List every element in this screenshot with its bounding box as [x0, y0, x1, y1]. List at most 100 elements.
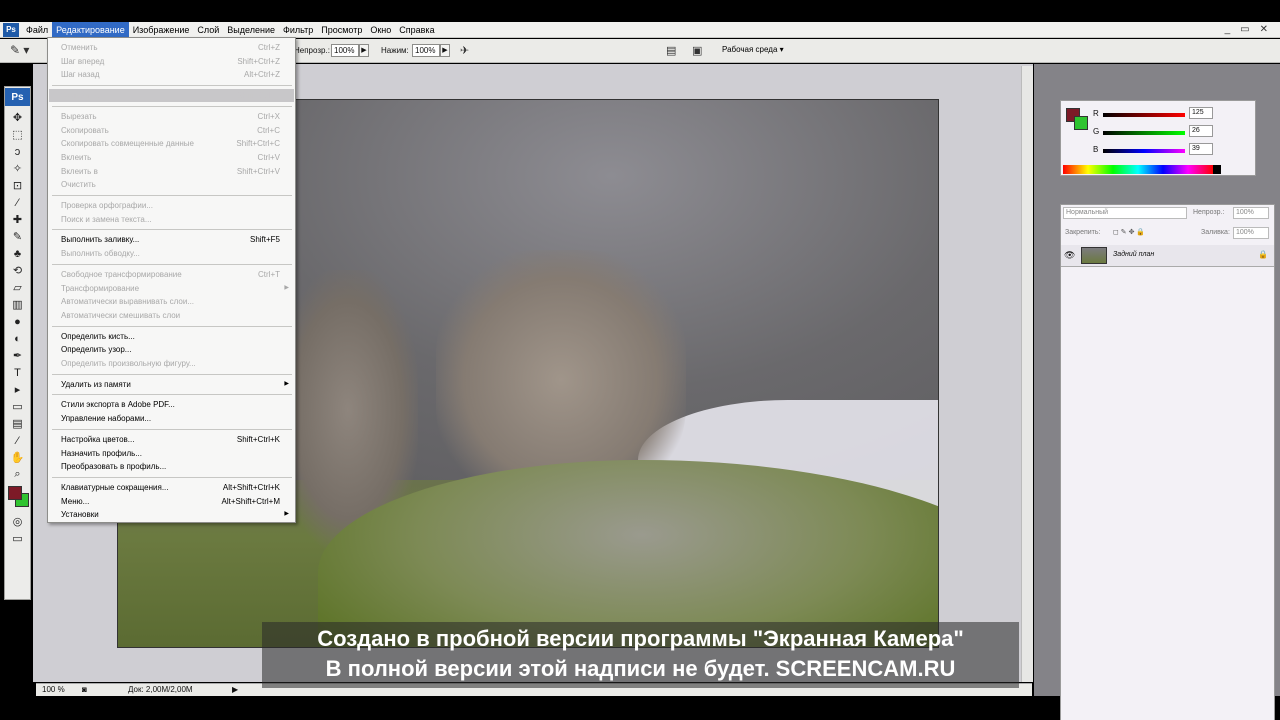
edit-menu-item[interactable]: Выполнить заливку... Shift+F5 [49, 233, 294, 246]
edit-menu-item[interactable]: Клавиатурные сокращения... Alt+Shift+Ctrl… [49, 481, 294, 494]
shape-tool-icon[interactable]: ▭ [5, 398, 30, 415]
menu-item[interactable]: Изображение [129, 22, 194, 38]
eyedropper-2-icon[interactable]: ⁄ [5, 432, 30, 449]
color-panel-bg-swatch[interactable] [1074, 116, 1088, 130]
path-select-icon[interactable]: ▸ [5, 381, 30, 398]
flow-input[interactable]: 100% [412, 44, 440, 57]
edit-menu-item[interactable]: Автоматически смешивать слои [49, 309, 294, 322]
edit-menu-item[interactable]: Вырезать Ctrl+X [49, 110, 294, 123]
eyedropper-icon[interactable]: ⁄ [5, 194, 30, 211]
restore-icon[interactable]: ▭ [1240, 24, 1249, 35]
clone-stamp-icon[interactable]: ♣ [5, 245, 30, 262]
trial-watermark: Создано в пробной версии программы "Экра… [262, 622, 1019, 688]
eraser-icon[interactable]: ▱ [5, 279, 30, 296]
edit-menu-item[interactable]: Вклеить Ctrl+V [49, 151, 294, 164]
menu-item[interactable]: Фильтр [279, 22, 317, 38]
edit-menu-item[interactable]: Скопировать Ctrl+C [49, 124, 294, 137]
edit-menu-item[interactable]: Назначить профиль... [49, 447, 294, 460]
quick-mask-icon[interactable]: ◎ [5, 513, 30, 530]
edit-menu-item[interactable]: Скопировать совмещенные данные Shift+Ctrl… [49, 137, 294, 150]
fill-input[interactable]: 100% [1233, 227, 1269, 239]
edit-menu-item[interactable]: Стили экспорта в Adobe PDF... [49, 398, 294, 411]
blur-icon[interactable]: ● [5, 313, 30, 330]
menu-item-label: Клавиатурные сокращения... [61, 482, 169, 492]
gradient-icon[interactable]: ▥ [5, 296, 30, 313]
healing-brush-icon[interactable]: ✚ [5, 211, 30, 228]
green-input[interactable]: 26 [1189, 125, 1213, 137]
edit-menu-item[interactable]: Трансформирование ▶ [49, 282, 294, 295]
menu-item[interactable]: Просмотр [317, 22, 366, 38]
menu-item[interactable]: Файл [22, 22, 52, 38]
green-slider[interactable] [1103, 131, 1185, 135]
type-tool-icon[interactable]: T [5, 364, 30, 381]
menu-item[interactable]: Выделение [223, 22, 279, 38]
opacity-input[interactable]: 100% [331, 44, 359, 57]
screen-mode-icon[interactable]: ▭ [5, 530, 30, 547]
dodge-icon[interactable]: ◐ [5, 330, 30, 347]
menu-item-shortcut: Shift+Ctrl+F [237, 91, 280, 101]
crop-tool-icon[interactable]: ⊡ [5, 177, 30, 194]
workspace-button[interactable]: Рабочая среда ▾ [722, 45, 784, 54]
red-input[interactable]: 125 [1189, 107, 1213, 119]
vertical-scrollbar[interactable] [1021, 66, 1033, 682]
edit-menu-item[interactable]: Выполнить обводку... [49, 247, 294, 260]
flow-slider-arrow[interactable]: ▶ [440, 44, 450, 57]
edit-menu-item[interactable]: Установки ▶ [49, 508, 294, 521]
minimize-icon[interactable]: _ [1225, 24, 1231, 35]
edit-menu-item[interactable]: Шаг назад Alt+Ctrl+Z [49, 68, 294, 81]
edit-menu-item[interactable]: Преобразовать в профиль... [49, 460, 294, 473]
pen-tool-icon[interactable]: ✒ [5, 347, 30, 364]
edit-menu-item[interactable]: Очистить [49, 178, 294, 191]
brush-tool-icon[interactable]: ✎ [5, 228, 30, 245]
blend-mode-select[interactable]: Нормальный [1063, 207, 1187, 219]
menu-item[interactable]: Редактирование [52, 21, 129, 38]
layer-row-background[interactable]: 👁 Задний план 🔒 [1061, 245, 1274, 267]
edit-menu-item[interactable]: Ослабить... Shift+Ctrl+F [49, 89, 294, 103]
blue-input[interactable]: 39 [1189, 143, 1213, 155]
menu-item[interactable]: Слой [193, 22, 223, 38]
bridge-icon[interactable]: ▣ [692, 44, 702, 57]
airbrush-icon[interactable]: ✈ [460, 44, 469, 57]
edit-menu-item[interactable]: Вклеить в Shift+Ctrl+V [49, 165, 294, 178]
edit-menu-item[interactable]: Шаг вперед Shift+Ctrl+Z [49, 55, 294, 68]
edit-menu-item[interactable]: Настройка цветов... Shift+Ctrl+K [49, 433, 294, 446]
move-tool-icon[interactable]: ✥ [5, 109, 30, 126]
edit-menu-item[interactable]: Отменить Ctrl+Z [49, 41, 294, 54]
marquee-tool-icon[interactable]: ⬚ [5, 126, 30, 143]
zoom-level[interactable]: 100 % [42, 685, 65, 694]
photoshop-app-icon[interactable]: Ps [3, 22, 19, 37]
menu-separator [52, 325, 292, 327]
ps-logo[interactable]: Ps [5, 88, 30, 106]
palette-well-icon[interactable]: ▤ [666, 44, 676, 57]
opacity-slider-arrow[interactable]: ▶ [359, 44, 369, 57]
history-brush-icon[interactable]: ⟲ [5, 262, 30, 279]
magic-wand-icon[interactable]: ✧ [5, 160, 30, 177]
menu-item[interactable]: Окно [366, 22, 395, 38]
edit-menu-item[interactable]: Определить кисть... [49, 330, 294, 343]
color-spectrum-ramp[interactable] [1063, 165, 1221, 174]
edit-menu-item[interactable]: Свободное трансформирование Ctrl+T [49, 268, 294, 281]
edit-menu-item[interactable]: Поиск и замена текста... [49, 213, 294, 226]
blue-slider[interactable] [1103, 149, 1185, 153]
edit-menu-item[interactable]: Определить узор... [49, 343, 294, 356]
edit-menu-item[interactable]: Определить произвольную фигуру... [49, 357, 294, 370]
lock-icons[interactable]: ◻ ✎ ✥ 🔒 [1113, 228, 1145, 236]
foreground-color-swatch[interactable] [8, 486, 22, 500]
edit-menu-item[interactable]: Автоматически выравнивать слои... [49, 295, 294, 308]
edit-menu-item[interactable]: Удалить из памяти ▶ [49, 378, 294, 391]
eye-icon[interactable]: 👁 [1064, 250, 1075, 261]
edit-menu-item[interactable]: Меню... Alt+Shift+Ctrl+M [49, 495, 294, 508]
lasso-tool-icon[interactable]: ↄ [5, 143, 30, 160]
red-slider[interactable] [1103, 113, 1185, 117]
notes-icon[interactable]: ▤ [5, 415, 30, 432]
status-icon[interactable]: ◙ [82, 685, 87, 694]
menu-item[interactable]: Справка [395, 22, 438, 38]
zoom-tool-icon[interactable]: ⌕ [5, 466, 30, 483]
close-icon[interactable]: ✕ [1260, 24, 1268, 35]
brush-preset-icon[interactable]: ✎ ▾ [10, 43, 36, 59]
status-menu-arrow-icon[interactable]: ▶ [232, 685, 238, 694]
layers-opacity-input[interactable]: 100% [1233, 207, 1269, 219]
hand-tool-icon[interactable]: ✋ [5, 449, 30, 466]
edit-menu-item[interactable]: Проверка орфографии... [49, 199, 294, 212]
edit-menu-item[interactable]: Управление наборами... [49, 412, 294, 425]
